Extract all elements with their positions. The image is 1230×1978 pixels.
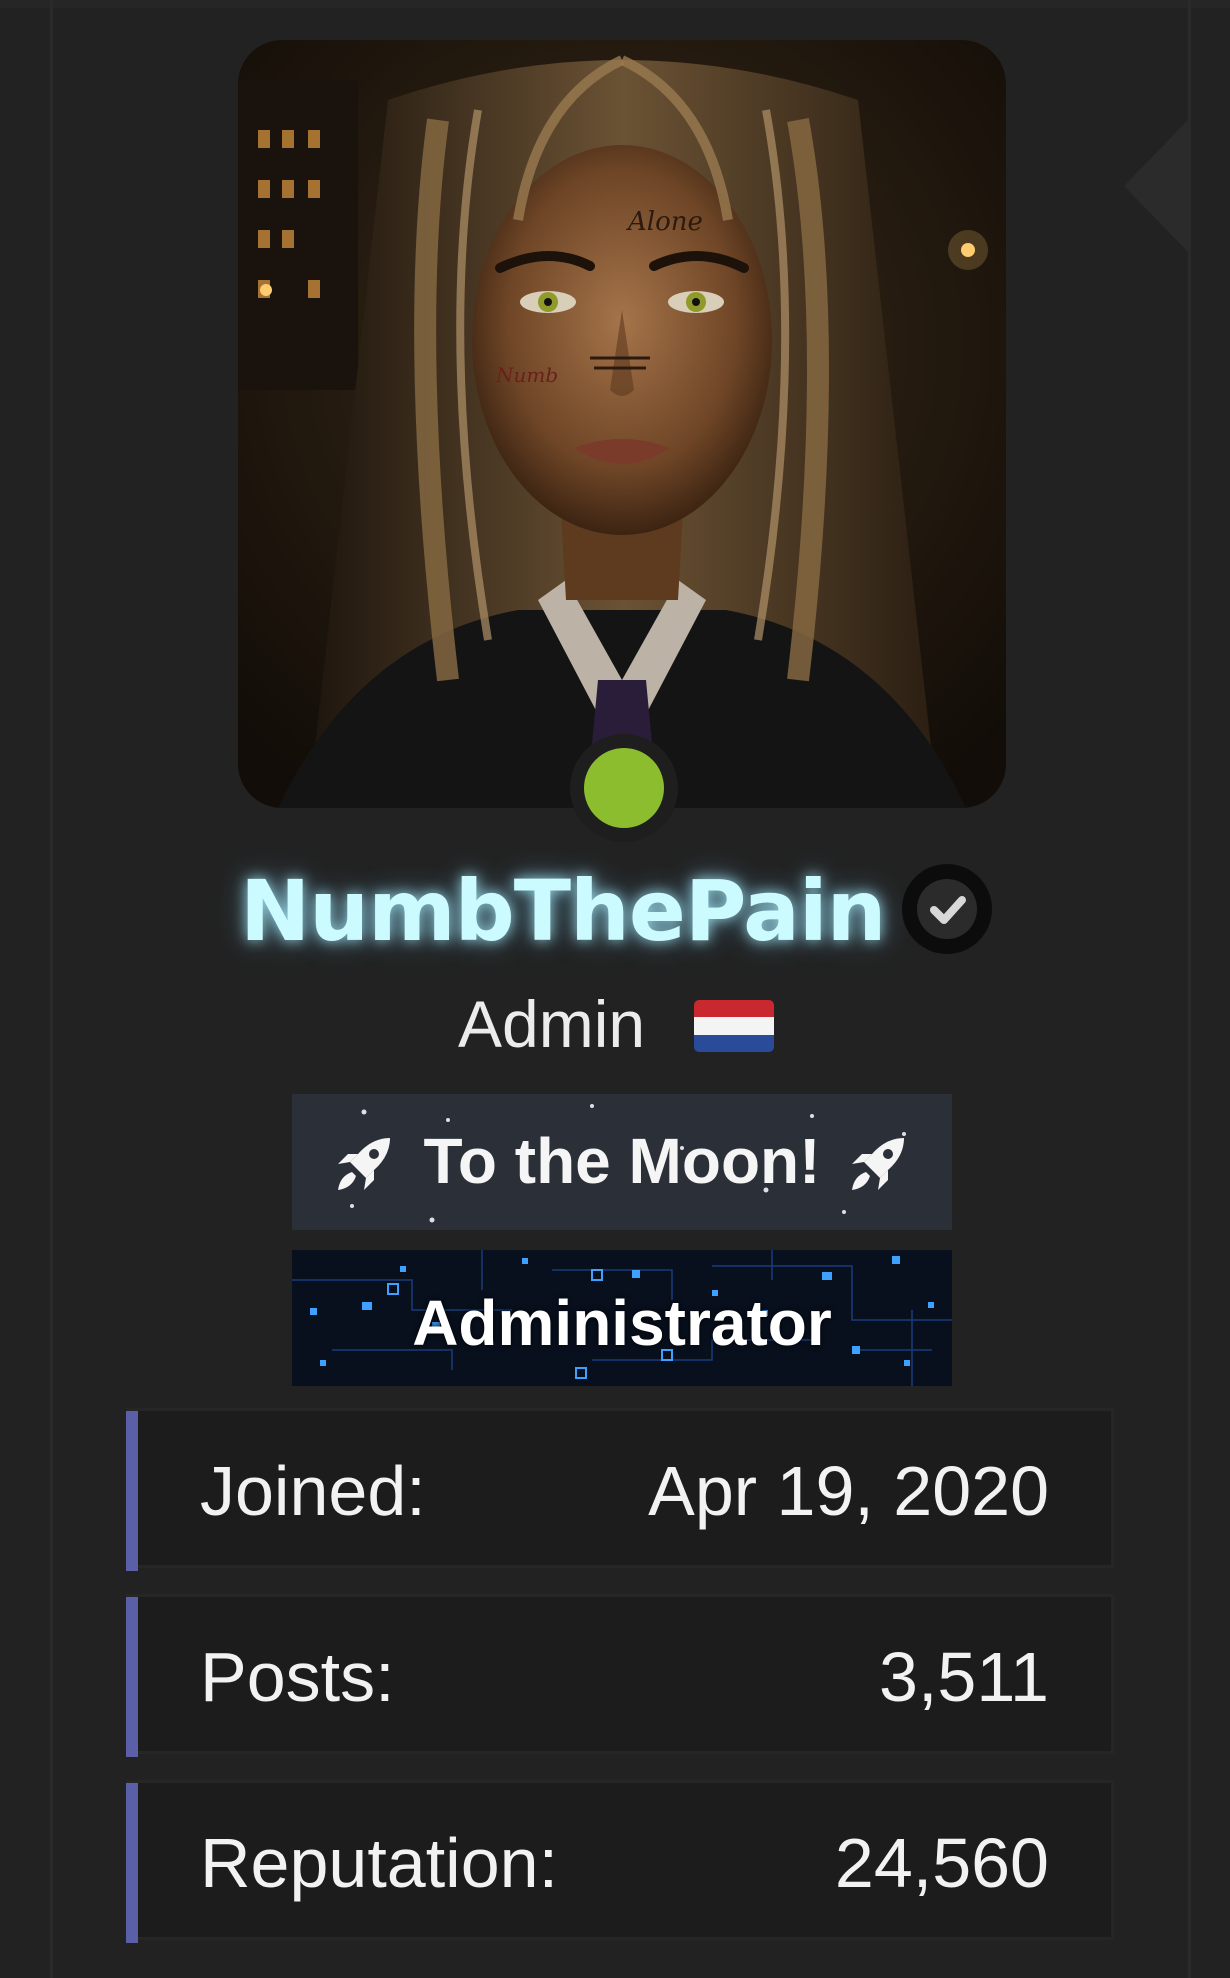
stat-label: Joined: [200, 1452, 426, 1530]
avatar[interactable]: Alone Numb [238, 40, 1006, 808]
to-the-moon-banner: To the Moon! [292, 1094, 952, 1230]
administrator-group-banner: Administrator [292, 1250, 952, 1386]
username-row: NumbThePain [0, 860, 1230, 970]
stat-value[interactable]: 24,560 [835, 1823, 1049, 1903]
stat-accent-bar [126, 1783, 138, 1943]
card-pointer-notch [1124, 118, 1190, 254]
stat-accent-bar [126, 1597, 138, 1757]
avatar-container[interactable]: Alone Numb [238, 40, 1006, 842]
avatar-tattoo-cheek: Numb [495, 363, 558, 387]
rocket-icon [852, 1138, 904, 1190]
stat-accent-bar [126, 1411, 138, 1571]
stat-label: Posts: [200, 1638, 395, 1716]
user-title-row: Admin [0, 982, 1230, 1062]
avatar-image: Alone Numb [238, 40, 1006, 808]
stat-value: Apr 19, 2020 [648, 1452, 1049, 1530]
online-dot-icon [584, 748, 664, 828]
group-label: Administrator [412, 1287, 832, 1359]
profile-card: Alone Numb NumbThePain Admin To the Moon… [0, 0, 1230, 1978]
netherlands-flag-icon [694, 1000, 774, 1052]
stat-label: Reputation: [200, 1824, 559, 1902]
check-circle-icon[interactable] [902, 864, 992, 954]
avatar-tattoo-forehead: Alone [626, 207, 703, 237]
stat-joined: Joined: Apr 19, 2020 [126, 1408, 1114, 1571]
stat-value[interactable]: 3,511 [879, 1637, 1049, 1717]
online-status-indicator [570, 734, 678, 842]
user-title: Admin [458, 987, 646, 1061]
username-link[interactable]: NumbThePain [240, 862, 886, 960]
frame-top [0, 0, 1230, 8]
stat-posts[interactable]: Posts: 3,511 [126, 1594, 1114, 1757]
stat-reputation[interactable]: Reputation: 24,560 [126, 1780, 1114, 1943]
